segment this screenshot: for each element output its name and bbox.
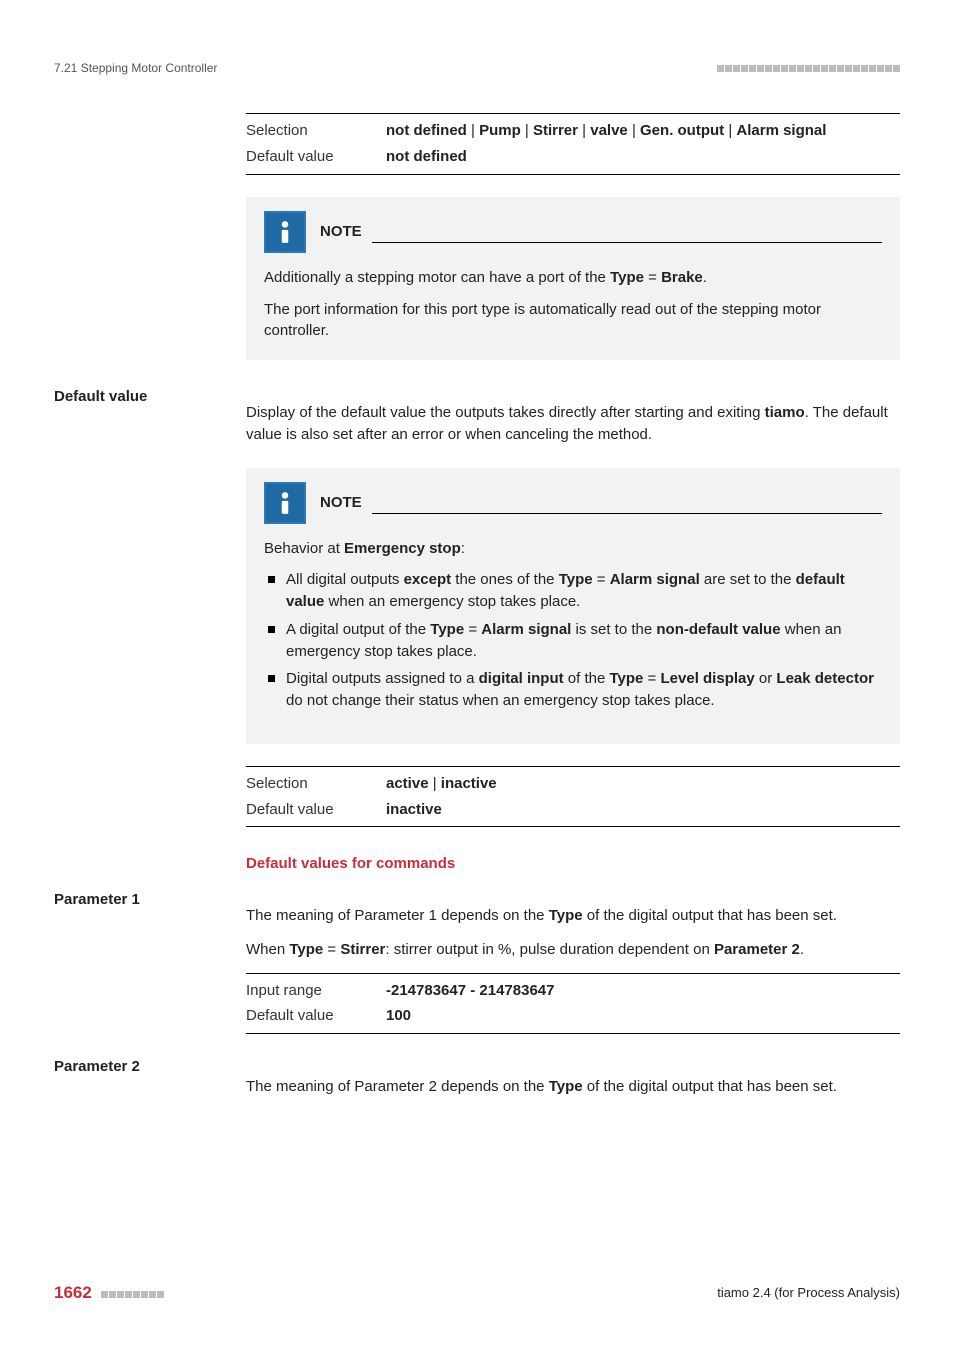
type-default-value: not defined <box>386 144 900 174</box>
note2-bullet-1: All digital outputs except the ones of t… <box>264 569 882 613</box>
side-label-param2: Parameter 2 <box>54 1056 234 1078</box>
footer-right: tiamo 2.4 (for Process Analysis) <box>717 1284 900 1303</box>
header-section: 7.21 Stepping Motor Controller <box>54 60 217 77</box>
p1-default-label: Default value <box>246 1003 386 1033</box>
note-box-2: NOTE Behavior at Emergency stop: All dig… <box>246 468 900 744</box>
default-value-table: Selection active | inactive Default valu… <box>246 766 900 828</box>
note2-intro: Behavior at Emergency stop: <box>264 538 882 560</box>
type-selection-label: Selection <box>246 114 386 144</box>
dv-default-label: Default value <box>246 797 386 827</box>
param2-p1: The meaning of Parameter 2 depends on th… <box>246 1076 900 1098</box>
p1-input-value: -214783647 - 214783647 <box>386 973 900 1003</box>
footer-ornament <box>101 1286 165 1301</box>
info-icon <box>264 211 306 253</box>
note1-p2: The port information for this port type … <box>264 299 882 343</box>
param1-table: Input range -214783647 - 214783647 Defau… <box>246 973 900 1035</box>
page-footer: 1662 tiamo 2.4 (for Process Analysis) <box>54 1281 900 1306</box>
type-table: Selection not defined | Pump | Stirrer |… <box>246 113 900 175</box>
side-label-param1: Parameter 1 <box>54 889 234 911</box>
type-default-label: Default value <box>246 144 386 174</box>
dv-selection-label: Selection <box>246 766 386 796</box>
footer-left: 1662 <box>54 1281 165 1306</box>
param1-p2: When Type = Stirrer: stirrer output in %… <box>246 939 900 961</box>
note1-p1: Additionally a stepping motor can have a… <box>264 267 882 289</box>
side-label-default-value: Default value <box>54 386 234 408</box>
note-box-1: NOTE Additionally a stepping motor can h… <box>246 197 900 360</box>
dv-selection-value: active | inactive <box>386 766 900 796</box>
page-header: 7.21 Stepping Motor Controller <box>54 60 900 77</box>
info-icon <box>264 482 306 524</box>
note2-bullet-3: Digital outputs assigned to a digital in… <box>264 668 882 712</box>
header-ornament <box>716 60 900 77</box>
p1-input-label: Input range <box>246 973 386 1003</box>
p1-default-value: 100 <box>386 1003 900 1033</box>
type-selection-value: not defined | Pump | Stirrer | valve | G… <box>386 114 900 144</box>
dv-default-value: inactive <box>386 797 900 827</box>
note2-bullets: All digital outputs except the ones of t… <box>264 569 882 712</box>
section-heading-defaults: Default values for commands <box>246 853 900 875</box>
default-value-paragraph: Display of the default value the outputs… <box>246 402 900 446</box>
note2-bullet-2: A digital output of the Type = Alarm sig… <box>264 619 882 663</box>
param1-p1: The meaning of Parameter 1 depends on th… <box>246 905 900 927</box>
note-title: NOTE <box>320 492 362 514</box>
page-number: 1662 <box>54 1283 92 1302</box>
note-title: NOTE <box>320 221 362 243</box>
